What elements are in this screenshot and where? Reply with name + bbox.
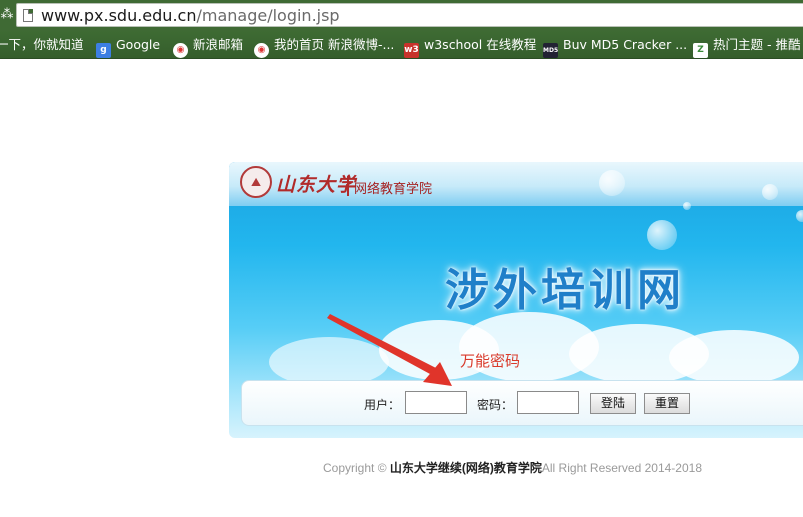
annotation-arrow: [327, 314, 452, 386]
copyright-text: Copyright ©: [323, 461, 387, 475]
footer: Copyright © 山东大学继续(网络)教育学院All Right Rese…: [323, 459, 702, 476]
rights-text: All Right Reserved 2014-2018: [541, 461, 702, 475]
org-name: 山东大学继续(网络)教育学院: [389, 461, 542, 475]
arrow-shaft: [327, 314, 436, 374]
